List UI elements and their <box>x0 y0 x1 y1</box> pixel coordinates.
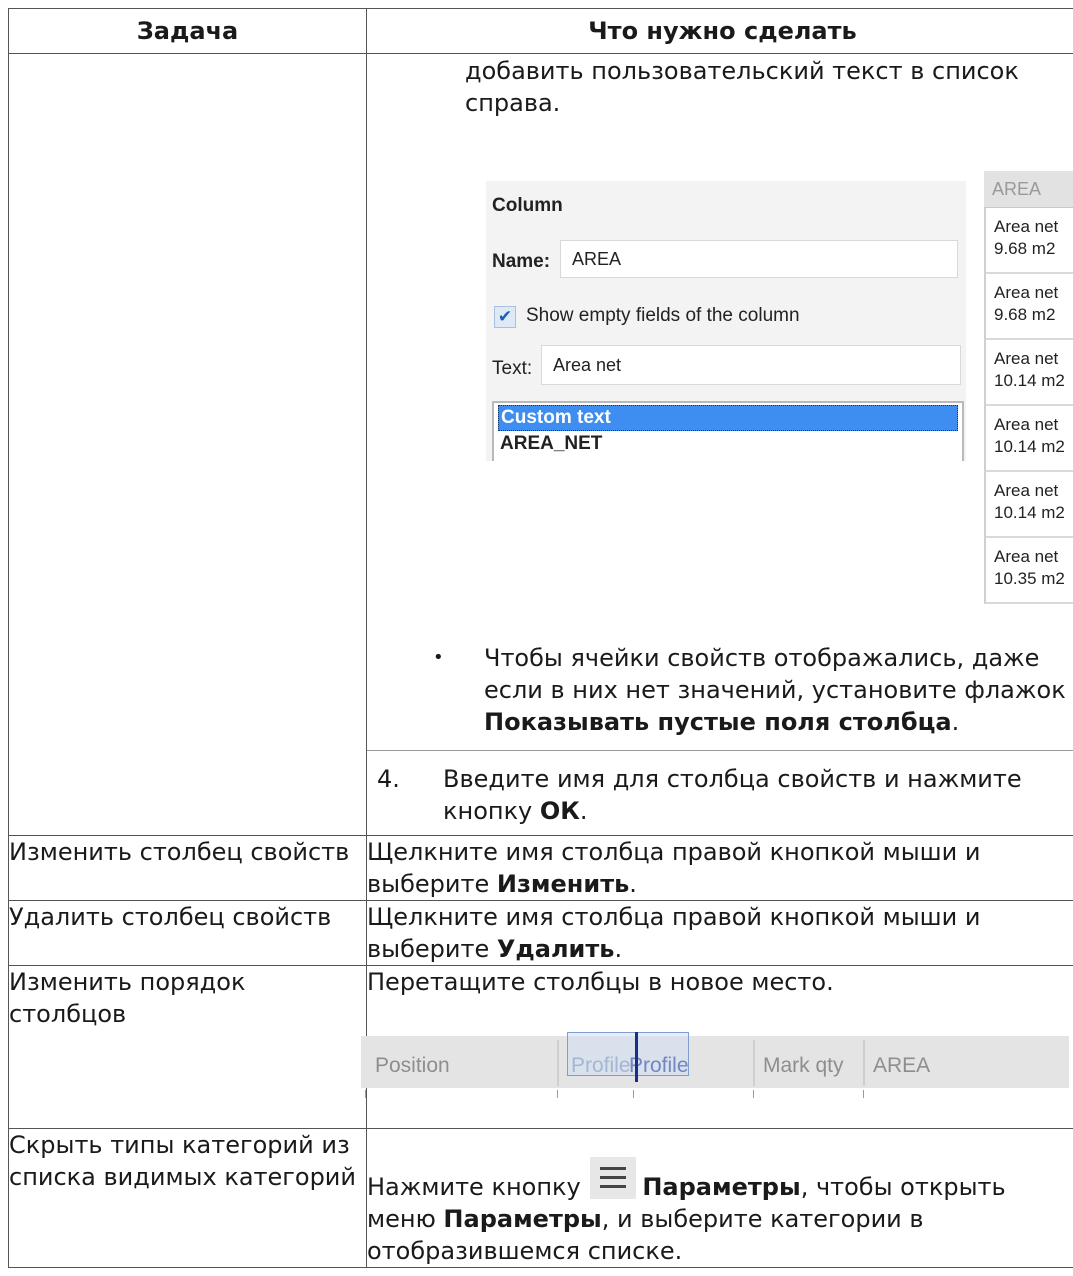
header-position[interactable]: Position <box>375 1050 450 1082</box>
header-mark-qty[interactable]: Mark qty <box>763 1050 844 1082</box>
property-listbox[interactable]: Custom text AREA_NET <box>492 401 964 461</box>
task-cell-empty <box>8 53 367 836</box>
area-column-header: AREA <box>984 171 1073 208</box>
instructions-table: Задача Что нужно сделать добавить пользо… <box>8 8 1073 1268</box>
task-cell: Удалить столбец свойств <box>8 900 367 966</box>
dialog-title: Column <box>492 195 563 216</box>
column-header-strip: Position Profile Profile Mark qty AREA <box>361 1036 1069 1088</box>
task-cell: Изменить столбец свойств <box>8 835 367 901</box>
header-separator <box>753 1040 755 1086</box>
task-cell: Скрыть типы категорий из списка видимых … <box>8 1128 367 1268</box>
task-cell: Изменить порядок столбцов <box>8 965 367 1129</box>
table-row: Удалить столбец свойств Щелкните имя сто… <box>8 900 1073 966</box>
area-column-preview: AREA Area net 9.68 m2 Area net 9.68 m2 Are… <box>984 171 1073 631</box>
bullet-marker: • <box>433 647 444 668</box>
table-row: Изменить столбец свойств Щелкните имя ст… <box>8 835 1073 901</box>
area-cell: Area net 9.68 m2 <box>984 208 1073 274</box>
bullet-item: • Чтобы ячейки свойств отображались, даж… <box>433 644 1066 736</box>
action-cell: Щелкните имя столбца правой кнопкой мыши… <box>366 835 1073 901</box>
area-cell: Area net 9.68 m2 <box>984 274 1073 340</box>
list-item-selected[interactable]: Custom text <box>498 405 958 431</box>
action-cell: добавить пользовательский текст в список… <box>366 53 1073 836</box>
header-separator <box>557 1040 559 1086</box>
table-row: добавить пользовательский текст в список… <box>8 53 1073 836</box>
column-dialog-screenshot: Column Name: AREA ✔ Show empty fields of… <box>367 119 1073 634</box>
action-cell: Перетащите столбцы в новое место. Positi… <box>361 965 1073 1129</box>
step-number: 4. <box>377 765 400 793</box>
insert-position-marker <box>635 1032 638 1082</box>
table-row: Скрыть типы категорий из списка видимых … <box>8 1128 1073 1268</box>
name-input[interactable]: AREA <box>560 240 958 278</box>
text-label: Text: <box>492 358 533 379</box>
area-cell: Area net 10.35 m2 <box>984 538 1073 604</box>
action-cell: Нажмите кнопку Параметры, чтобы открыть … <box>366 1128 1073 1268</box>
checkmark-icon: ✔ <box>497 307 513 326</box>
name-label: Name: <box>492 251 551 272</box>
column-drag-screenshot: Position Profile Profile Mark qty AREA <box>361 1008 1073 1128</box>
area-cell: Area net 10.14 m2 <box>984 340 1073 406</box>
column-dialog: Column Name: AREA ✔ Show empty fields of… <box>486 181 966 461</box>
action-text: Перетащите столбцы в новое место. <box>367 968 834 996</box>
column-ticks <box>361 1090 1069 1100</box>
header-action: Что нужно сделать <box>366 8 1073 54</box>
header-separator <box>863 1040 865 1086</box>
text-input[interactable]: Area net <box>541 345 961 385</box>
hamburger-menu-icon[interactable] <box>590 1157 637 1199</box>
table-row: Изменить порядок столбцов Перетащите сто… <box>8 965 1073 1129</box>
list-item[interactable]: AREA_NET <box>498 431 958 457</box>
action-cell: Щелкните имя столбца правой кнопкой мыши… <box>366 900 1073 966</box>
drag-ghost-box[interactable] <box>567 1032 689 1076</box>
table-header-row: Задача Что нужно сделать <box>8 8 1073 54</box>
step-continuation-text: добавить пользовательский текст в список… <box>465 57 1019 117</box>
area-cell: Area net 10.14 m2 <box>984 472 1073 538</box>
area-cell: Area net 10.14 m2 <box>984 406 1073 472</box>
show-empty-label: Show empty fields of the column <box>526 305 800 326</box>
step-4: 4. Введите имя для столбца свойств и наж… <box>377 765 1022 825</box>
show-empty-checkbox[interactable]: ✔ <box>494 306 516 328</box>
header-area[interactable]: AREA <box>873 1050 930 1082</box>
header-task: Задача <box>8 8 367 54</box>
